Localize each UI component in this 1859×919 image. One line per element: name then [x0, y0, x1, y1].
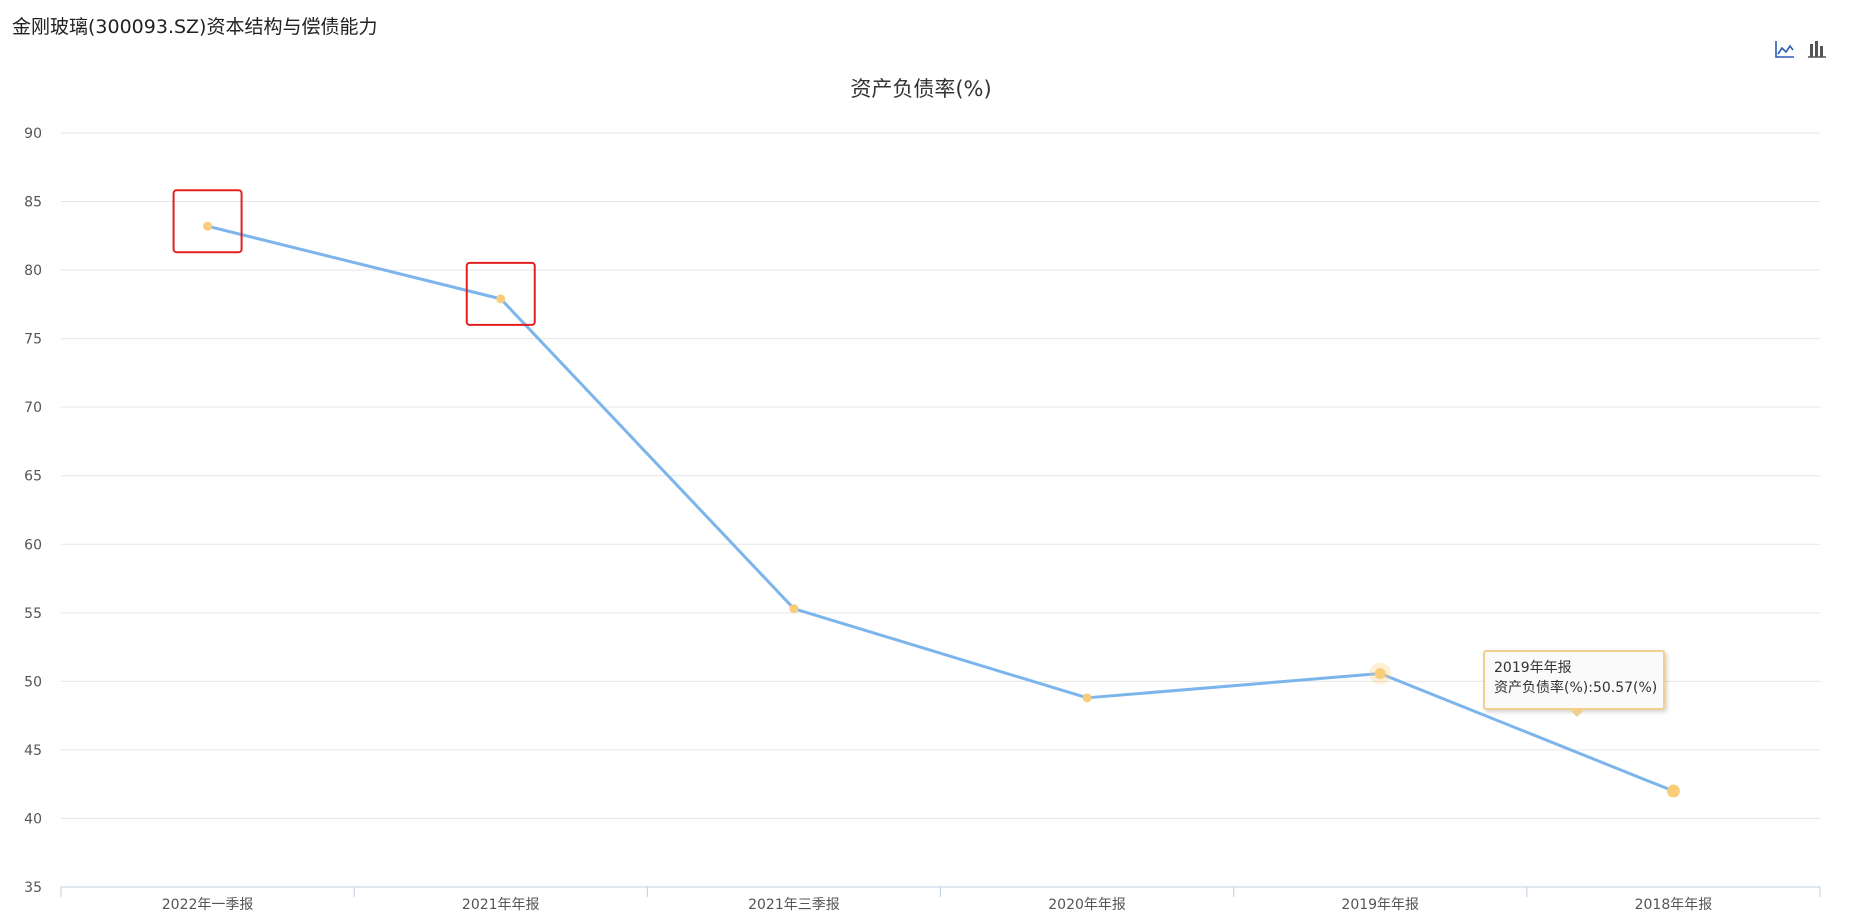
tooltip-category: 2019年年报: [1494, 660, 1572, 676]
y-tick-label: 75: [24, 332, 42, 348]
data-point: [1082, 693, 1092, 703]
x-tick-label: 2018年年报: [1635, 897, 1713, 913]
data-point: [203, 221, 213, 231]
y-tick-label: 85: [24, 195, 42, 211]
grid-layer: [61, 132, 1820, 819]
y-tick-label: 90: [24, 126, 42, 142]
axis-layer: 35 40 45 50 55 60 65 70 75 80 85 90 2022年一季报 2021年年报 2…: [24, 126, 1821, 913]
series-layer: [203, 221, 1680, 798]
data-point: [496, 294, 506, 304]
chart-title: 资产负债率(%): [850, 77, 991, 101]
x-tick-label: 2022年一季报: [162, 897, 254, 913]
highlight-layer: [172, 189, 536, 326]
page: 金刚玻璃(300093.SZ)资本结构与偿债能力 35 40 45 50 55 60 65 7…: [0, 0, 1859, 919]
x-tick-label: 2019年年报: [1341, 897, 1419, 913]
y-tick-label: 50: [24, 674, 42, 690]
y-tick-label: 40: [24, 811, 42, 827]
y-tick-label: 80: [24, 263, 42, 279]
data-point: [789, 604, 799, 614]
data-point: [1374, 668, 1386, 680]
highlight-box: [172, 189, 243, 254]
y-tick-label: 70: [24, 400, 42, 416]
tooltip-pointer: [1569, 709, 1585, 717]
y-tick-label: 65: [24, 469, 42, 485]
x-tick-label: 2021年三季报: [748, 897, 840, 913]
series-line: [206, 224, 1675, 793]
tooltip-value: 资产负债率(%):50.57(%): [1494, 680, 1658, 696]
data-point: [1666, 784, 1680, 798]
y-tick-label: 35: [24, 880, 42, 896]
x-tick-label: 2020年年报: [1048, 897, 1126, 913]
y-tick-label: 45: [24, 743, 42, 759]
y-tick-label: 55: [24, 606, 42, 622]
y-tick-label: 60: [24, 537, 42, 553]
data-tooltip: 2019年年报 资产负债率(%):50.57(%): [1483, 650, 1665, 717]
line-chart: 35 40 45 50 55 60 65 70 75 80 85 90 2022年一季报 2021年年报 2…: [24, 77, 1821, 913]
x-tick-label: 2021年年报: [462, 897, 540, 913]
